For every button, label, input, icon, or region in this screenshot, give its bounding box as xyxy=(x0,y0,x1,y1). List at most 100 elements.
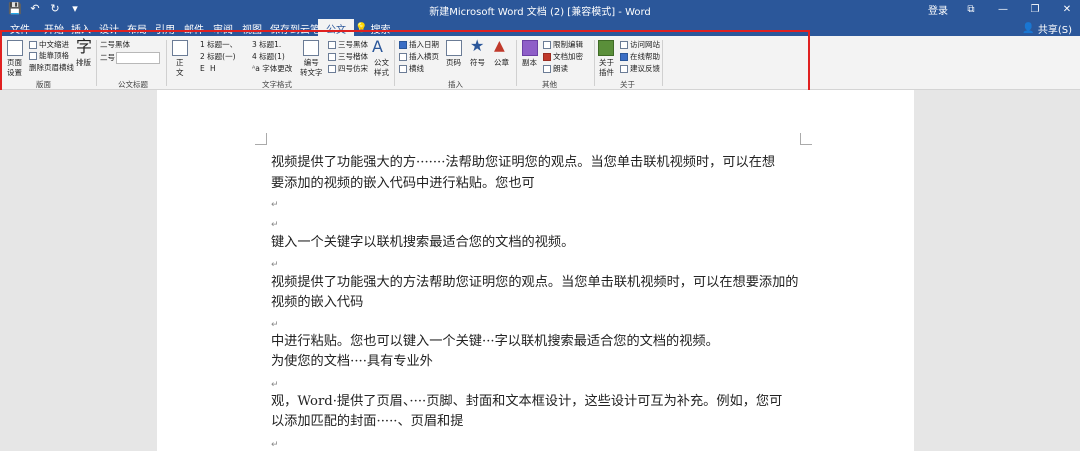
heading3-button[interactable]: 3 标题1. xyxy=(252,40,281,50)
paragraph-mark: ↵ xyxy=(271,320,279,330)
tab-gongwen[interactable]: 公文 xyxy=(318,19,354,36)
paragraph-line[interactable]: 为使您的文档····具有专业外 xyxy=(271,354,433,370)
restore-icon[interactable]: ❐ xyxy=(1026,4,1044,15)
remove-header-line-button[interactable]: 删除页眉横线 xyxy=(29,63,74,73)
paragraph-line[interactable]: 以添加匹配的封面·····、页眉和提 xyxy=(271,414,463,430)
heading-e-button[interactable]: E xyxy=(200,64,205,74)
feedback-button[interactable]: 建议反馈 xyxy=(620,64,660,74)
typeset-button[interactable]: 排版 xyxy=(76,58,91,68)
heading2-button[interactable]: 2 标题(一) xyxy=(200,52,236,62)
doc-icon xyxy=(328,65,336,73)
copy-button[interactable]: 副本 xyxy=(522,58,537,68)
plugin-logo-icon xyxy=(598,40,614,56)
group-label-other: 其他 xyxy=(542,80,557,89)
page-number-button[interactable]: 页码 xyxy=(446,58,461,68)
visit-site-button[interactable]: 访问网站 xyxy=(620,40,660,50)
tab-mailings[interactable]: 邮件 xyxy=(182,21,206,36)
kaiti-button[interactable]: 三号楷体 xyxy=(328,52,368,62)
copy-icon xyxy=(522,40,538,56)
chinese-indent-button[interactable]: 中文缩进 xyxy=(29,40,69,50)
number-to-text-button[interactable]: 编号 转文字 xyxy=(300,58,323,78)
login-button[interactable]: 登录 xyxy=(928,2,948,17)
group-label-layout: 版面 xyxy=(36,80,51,89)
typeset-glyph-icon: 字 xyxy=(76,37,93,56)
online-help-button[interactable]: 在线帮助 xyxy=(620,52,660,62)
paragraph-line[interactable]: 要添加的视频的嵌入代码中进行粘贴。您也可 xyxy=(271,176,535,192)
globe-icon xyxy=(620,41,628,49)
paragraph-line[interactable]: 视频提供了功能强大的方法帮助您证明您的观点。当您单击联机视频时，可以在想要添加的 xyxy=(271,275,799,291)
group-label-insert: 插入 xyxy=(448,80,463,89)
restrict-edit-button[interactable]: 限制编辑 xyxy=(543,40,583,50)
heading1-button[interactable]: 1 标题一、 xyxy=(200,40,237,50)
speaker-icon xyxy=(543,65,551,73)
number-to-text-icon xyxy=(303,40,319,56)
group-separator xyxy=(166,40,167,86)
group-separator xyxy=(394,40,395,86)
tab-references[interactable]: 引用 xyxy=(153,21,177,36)
paragraph-mark: ↵ xyxy=(271,200,279,210)
paragraph-line[interactable]: 视频提供了功能强大的方·······法帮助您证明您的观点。当您单击联机视频时，可… xyxy=(271,155,775,171)
group-separator xyxy=(96,40,97,86)
page-setup-button[interactable]: 页面 设置 xyxy=(7,58,22,78)
doc-icon xyxy=(328,41,336,49)
person-icon: 👤 xyxy=(1022,23,1035,34)
tab-layout[interactable]: 布局 xyxy=(125,21,149,36)
tell-me-label: 搜索 xyxy=(370,25,391,36)
ribbon-tabs: 文件 开始 插入 设计 布局 引用 邮件 审阅 视图 保存到云笔记 公文 💡 搜… xyxy=(0,18,1080,36)
doc-icon xyxy=(543,41,551,49)
tab-insert[interactable]: 插入 xyxy=(69,21,93,36)
indent-icon xyxy=(29,41,37,49)
tell-me-search[interactable]: 💡 搜索 xyxy=(355,21,390,36)
minimize-icon[interactable]: — xyxy=(994,4,1012,15)
header-top-button[interactable]: 能靠顶格 xyxy=(29,51,69,61)
group-label-doc-title: 公文标题 xyxy=(118,80,148,89)
doc-encrypt-button[interactable]: 文档加密 xyxy=(543,52,583,62)
paragraph-mark: ↵ xyxy=(271,220,279,230)
paragraph-line[interactable]: 视频的嵌入代码 xyxy=(271,295,363,311)
insert-footer-button[interactable]: 插入横页 xyxy=(399,52,439,62)
seal-icon: ▲ xyxy=(494,38,505,54)
heading4-button[interactable]: 4 标题(1) xyxy=(252,52,285,62)
feedback-icon xyxy=(620,65,628,73)
ribbon-gongwen: 页面 设置 中文缩进 能靠顶格 删除页眉横线 字 排版 版面 二号黑体 二号 公… xyxy=(0,36,1080,90)
font-change-button[interactable]: ᴬa 字体更改 xyxy=(252,64,292,74)
align-top-icon xyxy=(29,52,37,60)
tab-view[interactable]: 视图 xyxy=(240,21,264,36)
tab-design[interactable]: 设计 xyxy=(97,21,121,36)
paragraph-line[interactable]: 中进行粘贴。您也可以键入一个关键···字以联机搜索最适合您的文档的视频。 xyxy=(271,334,719,350)
help-icon xyxy=(620,53,628,61)
lock-icon xyxy=(543,53,551,61)
paragraph-line[interactable]: 观，Word·提供了页眉、····页脚、封面和文本框设计，这些设计可互为补充。例… xyxy=(271,394,782,410)
title-bar: 💾 ↶ ▾ ↻ ▾ 新建Microsoft Word 文档 (2) [兼容模式]… xyxy=(0,0,1080,29)
paragraph-mark: ↵ xyxy=(271,440,279,450)
window-title: 新建Microsoft Word 文档 (2) [兼容模式] - Word xyxy=(429,7,651,18)
read-aloud-button[interactable]: 朗读 xyxy=(543,64,568,74)
body-text-button[interactable]: 正 文 xyxy=(176,58,184,78)
title-font-size[interactable]: 二号 xyxy=(100,53,115,63)
separator-line-button[interactable]: 横线 xyxy=(399,64,424,74)
font-size-dropdown[interactable] xyxy=(116,52,160,64)
close-icon[interactable]: ✕ xyxy=(1058,4,1076,15)
group-label-text-format: 文字格式 xyxy=(262,80,292,89)
about-plugin-button[interactable]: 关于 插件 xyxy=(599,58,614,78)
line-icon xyxy=(399,65,407,73)
title-font-name[interactable]: 二号黑体 xyxy=(100,40,130,50)
paragraph-mark: ↵ xyxy=(271,380,279,390)
share-button[interactable]: 👤 共享(S) xyxy=(1022,21,1072,36)
symbol-button[interactable]: 符号 xyxy=(470,58,485,68)
group-separator xyxy=(594,40,595,86)
heading-h-button[interactable]: H xyxy=(210,64,216,74)
heiti-button[interactable]: 三号黑体 xyxy=(328,40,368,50)
group-label-about: 关于 xyxy=(620,80,635,89)
seal-button[interactable]: 公章 xyxy=(494,58,509,68)
share-label: 共享(S) xyxy=(1037,25,1072,36)
paragraph-line[interactable]: 键入一个关键字以联机搜索最适合您的文档的视频。 xyxy=(271,235,574,251)
doc-style-button[interactable]: 公文 样式 xyxy=(374,58,389,78)
ribbon-display-options-icon[interactable]: ⧉ xyxy=(962,4,980,15)
tab-file[interactable]: 文件 xyxy=(8,21,32,36)
tab-home[interactable]: 开始 xyxy=(42,21,66,36)
fangsong-button[interactable]: 四号仿宋 xyxy=(328,64,368,74)
tab-review[interactable]: 审阅 xyxy=(211,21,235,36)
doc-icon xyxy=(328,53,336,61)
insert-date-button[interactable]: 插入日期 xyxy=(399,40,439,50)
